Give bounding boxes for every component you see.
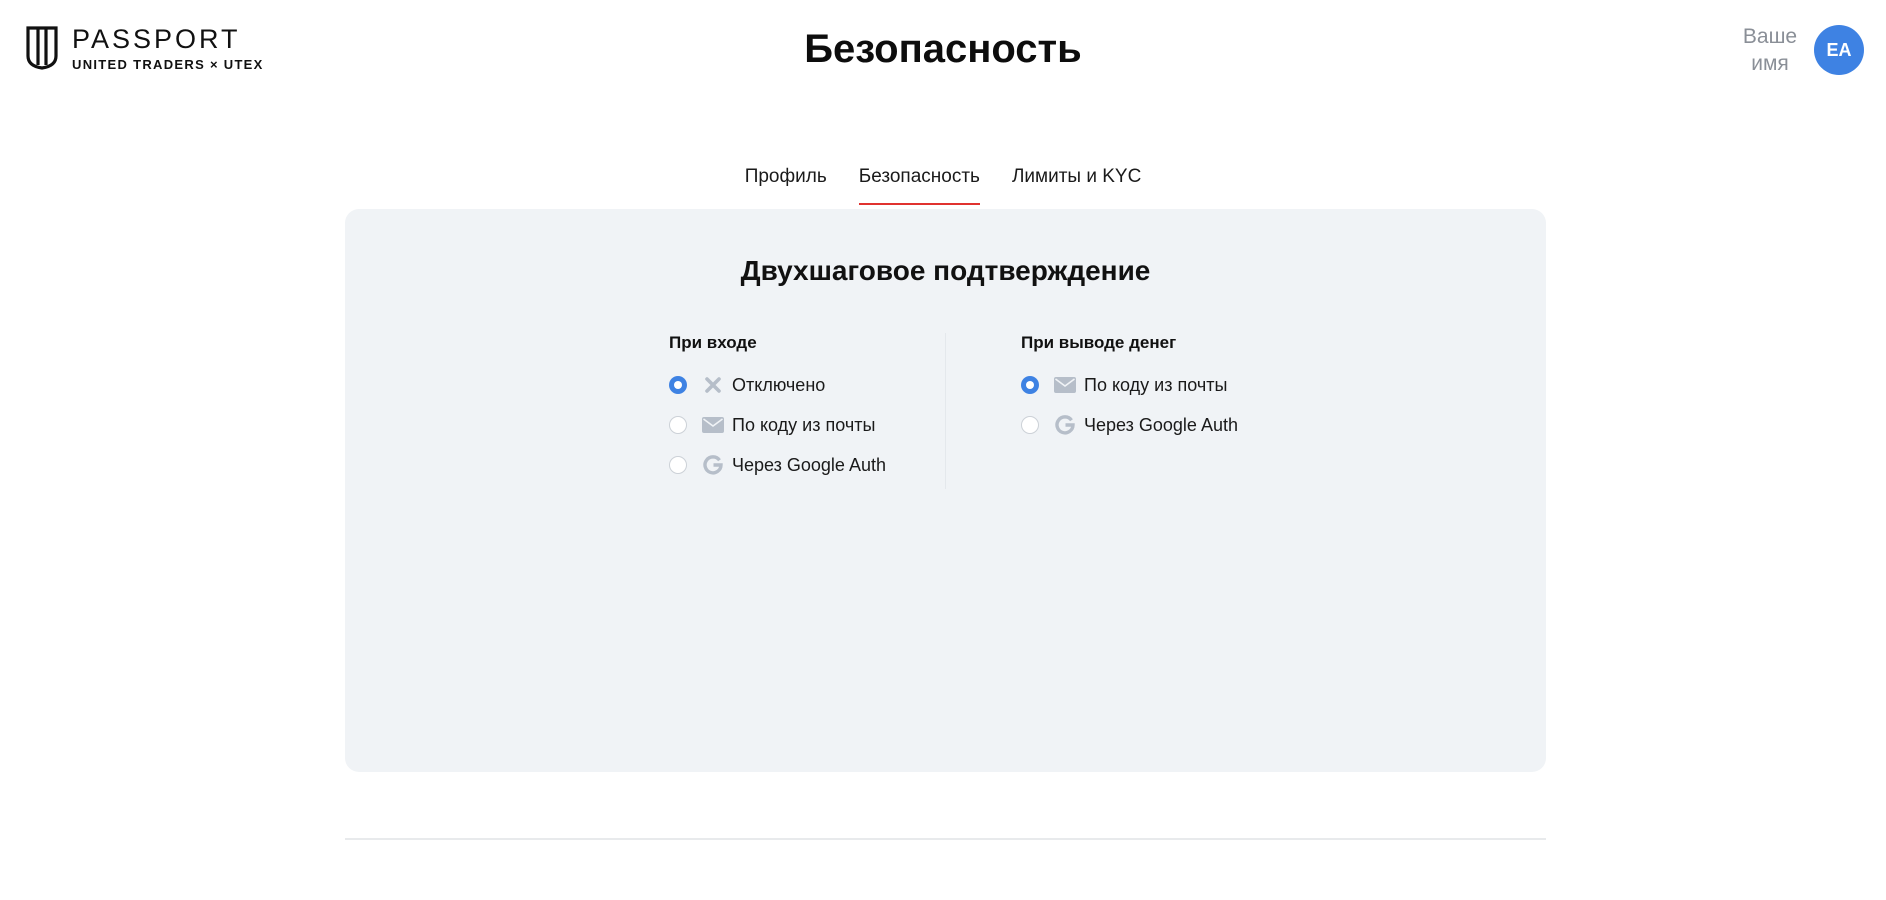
login-google-radio[interactable] — [669, 456, 687, 474]
login-option-disabled[interactable]: Отключено — [669, 365, 886, 405]
mail-icon — [1054, 374, 1076, 396]
user-name-line2: имя — [1751, 52, 1789, 75]
two-factor-title: Двухшаговое подтверждение — [740, 255, 1151, 286]
user-menu[interactable]: Ваше имя EA — [1738, 23, 1864, 77]
footer-divider — [345, 838, 1546, 840]
withdraw-option-google[interactable]: Через Google Auth — [1021, 405, 1238, 445]
close-icon — [702, 374, 724, 396]
mail-icon — [702, 414, 724, 436]
login-disabled-label: Отключено — [732, 374, 826, 395]
google-icon — [1054, 414, 1076, 436]
withdraw-option-email[interactable]: По коду из почты — [1021, 365, 1238, 405]
withdraw-email-radio[interactable] — [1021, 376, 1039, 394]
google-icon — [702, 454, 724, 476]
tab-limits-kyc[interactable]: Лимиты и KYC — [1012, 162, 1141, 205]
withdraw-email-label: По коду из почты — [1084, 374, 1228, 395]
withdraw-google-label: Через Google Auth — [1084, 414, 1238, 435]
column-divider — [945, 333, 946, 489]
user-name-line1: Ваше — [1742, 25, 1798, 48]
login-option-google[interactable]: Через Google Auth — [669, 445, 886, 485]
withdraw-2fa-title: При выводе денег — [1021, 333, 1177, 352]
user-name[interactable]: Ваше имя — [1738, 23, 1802, 77]
login-2fa-group: При входе Отключено По коду из почты Чер… — [669, 333, 886, 485]
login-email-radio[interactable] — [669, 416, 687, 434]
login-email-label: По коду из почты — [732, 414, 876, 435]
page-title: Безопасность — [804, 27, 1082, 71]
tab-profile[interactable]: Профиль — [745, 162, 827, 205]
login-option-email[interactable]: По коду из почты — [669, 405, 886, 445]
two-factor-card: Двухшаговое подтверждение При входе Откл… — [345, 209, 1546, 772]
avatar[interactable]: EA — [1814, 25, 1864, 75]
withdraw-2fa-group: При выводе денег По коду из почты Через … — [1021, 333, 1238, 445]
login-disabled-radio[interactable] — [669, 376, 687, 394]
withdraw-google-radio[interactable] — [1021, 416, 1039, 434]
login-google-label: Через Google Auth — [732, 454, 886, 475]
tab-security[interactable]: Безопасность — [858, 162, 980, 205]
settings-tabs: Профиль Безопасность Лимиты и KYC — [0, 162, 1886, 205]
login-2fa-title: При входе — [669, 333, 757, 352]
